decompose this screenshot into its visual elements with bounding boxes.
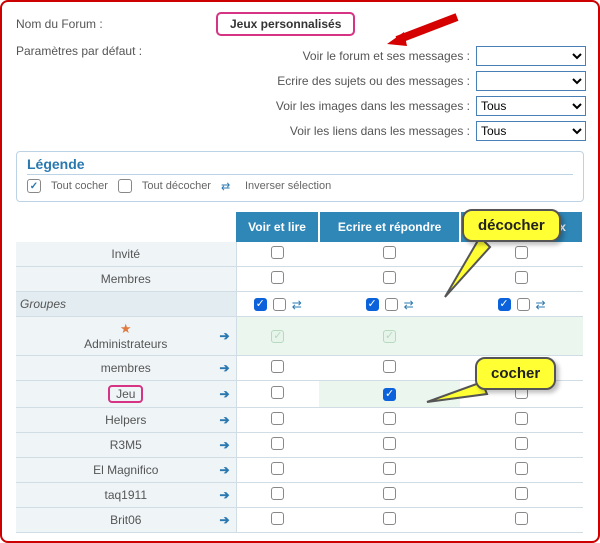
row-name: Administrateurs — [18, 337, 234, 351]
checkbox-icon[interactable] — [515, 271, 528, 284]
checkbox-icon — [383, 330, 396, 343]
checkbox-icon[interactable] — [383, 462, 396, 475]
group-invert-icon[interactable]: ⇄ — [404, 298, 414, 312]
row-name: R3M5 — [18, 438, 234, 452]
checkbox-icon[interactable] — [271, 462, 284, 475]
checkbox-icon[interactable] — [271, 412, 284, 425]
checkbox-icon[interactable] — [515, 512, 528, 525]
group-check-all-icon[interactable] — [254, 298, 267, 311]
checkbox-icon[interactable] — [383, 388, 396, 401]
arrow-right-icon[interactable]: ➔ — [219, 413, 229, 427]
param-label-1: Ecrire des sujets ou des messages : — [277, 74, 470, 88]
checkbox-icon[interactable] — [515, 246, 528, 259]
check-all-icon[interactable] — [27, 179, 41, 193]
checkbox-icon[interactable] — [383, 412, 396, 425]
checkbox-icon[interactable] — [515, 437, 528, 450]
legend-box: Légende Tout cocher Tout décocher ⇄ Inve… — [16, 151, 584, 202]
th-empty — [16, 212, 236, 242]
checkbox-icon[interactable] — [271, 487, 284, 500]
checkbox-icon[interactable] — [383, 271, 396, 284]
arrow-right-icon[interactable]: ➔ — [219, 361, 229, 375]
callout-decocher-tail — [435, 237, 495, 302]
forum-name-label: Nom du Forum : — [16, 17, 216, 31]
param-select-1[interactable] — [476, 71, 586, 91]
checkbox-icon[interactable] — [515, 487, 528, 500]
checkbox-icon[interactable] — [515, 412, 528, 425]
checkbox-icon[interactable] — [383, 360, 396, 373]
invert-icon[interactable]: ⇄ — [221, 180, 235, 193]
star-icon: ★ — [18, 321, 234, 337]
row-name: Invité — [18, 247, 234, 261]
group-uncheck-all-icon[interactable] — [385, 298, 398, 311]
uncheck-all-icon[interactable] — [118, 179, 132, 193]
section-label: Groupes — [16, 292, 236, 317]
group-check-all-icon[interactable] — [366, 298, 379, 311]
arrow-right-icon[interactable]: ➔ — [219, 463, 229, 477]
arrow-right-icon[interactable]: ➔ — [219, 387, 229, 401]
arrow-right-icon[interactable]: ➔ — [219, 488, 229, 502]
checkbox-icon[interactable] — [383, 437, 396, 450]
th-voir: Voir et lire — [236, 212, 319, 242]
param-select-2[interactable]: Tous — [476, 96, 586, 116]
group-invert-icon[interactable]: ⇄ — [536, 298, 546, 312]
arrow-right-icon[interactable]: ➔ — [219, 513, 229, 527]
legend-title: Légende — [27, 156, 573, 175]
checkbox-icon[interactable] — [271, 437, 284, 450]
forum-name-value: Jeux personnalisés — [216, 12, 355, 36]
group-invert-icon[interactable]: ⇄ — [292, 298, 302, 312]
group-uncheck-all-icon[interactable] — [273, 298, 286, 311]
row-name: membres — [18, 361, 234, 375]
checkbox-icon[interactable] — [271, 360, 284, 373]
checkbox-icon[interactable] — [271, 271, 284, 284]
param-select-3[interactable]: Tous — [476, 121, 586, 141]
callout-cocher: cocher — [475, 357, 556, 390]
row-name: Brit06 — [18, 513, 234, 527]
checkbox-icon[interactable] — [271, 512, 284, 525]
arrow-right-icon[interactable]: ➔ — [219, 329, 229, 343]
checkbox-icon[interactable] — [271, 246, 284, 259]
row-name: taq1911 — [18, 488, 234, 502]
checkbox-icon[interactable] — [383, 246, 396, 259]
row-name: Helpers — [18, 413, 234, 427]
uncheck-all-label: Tout décocher — [142, 180, 211, 192]
param-label-3: Voir les liens dans les messages : — [290, 124, 470, 138]
arrow-annotation — [382, 12, 462, 52]
row-name-highlight: Jeu — [108, 385, 143, 403]
checkbox-icon[interactable] — [271, 386, 284, 399]
callout-decocher: décocher — [462, 209, 561, 242]
row-name: El Magnifico — [18, 463, 234, 477]
row-name: Jeu — [18, 385, 234, 403]
checkbox-icon[interactable] — [383, 487, 396, 500]
param-label-2: Voir les images dans les messages : — [276, 99, 470, 113]
row-name: Membres — [18, 272, 234, 286]
arrow-right-icon[interactable]: ➔ — [219, 438, 229, 452]
params-label: Paramètres par défaut : — [16, 44, 216, 58]
checkbox-icon[interactable] — [515, 462, 528, 475]
group-uncheck-all-icon[interactable] — [517, 298, 530, 311]
param-select-0[interactable] — [476, 46, 586, 66]
group-check-all-icon[interactable] — [498, 298, 511, 311]
invert-label: Inverser sélection — [245, 180, 331, 192]
check-all-label: Tout cocher — [51, 180, 108, 192]
checkbox-icon — [271, 330, 284, 343]
checkbox-icon[interactable] — [383, 512, 396, 525]
